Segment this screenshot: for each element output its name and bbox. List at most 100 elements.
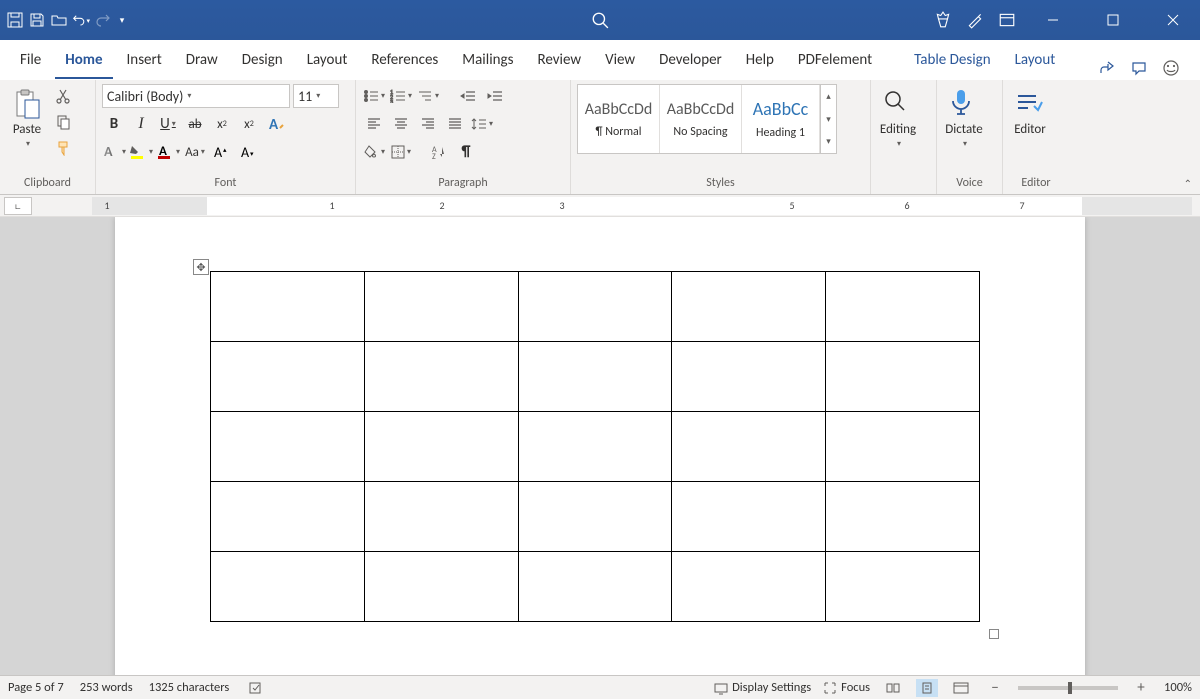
tab-home[interactable]: Home [55,43,112,79]
table-cell[interactable] [672,272,826,342]
gallery-scroll[interactable]: ▴▾▾ [820,85,836,153]
open-icon[interactable] [50,11,68,29]
cut-button[interactable] [51,84,75,108]
table-cell[interactable] [518,342,672,412]
text-effects-button[interactable]: A [264,112,288,136]
minimize-button[interactable] [1030,0,1076,40]
change-case-button[interactable]: Aa▾ [183,140,207,164]
tab-pdfelement[interactable]: PDFelement [788,43,882,79]
table[interactable] [210,271,980,622]
table-cell[interactable] [364,482,518,552]
shrink-font-button[interactable]: A▾ [237,140,261,164]
table-cell[interactable] [211,342,365,412]
align-center-button[interactable] [389,112,413,136]
tab-selector[interactable]: ∟ [4,197,32,215]
autosave-icon[interactable] [6,11,24,29]
tab-table-design[interactable]: Table Design [904,43,1000,79]
status-page[interactable]: Page 5 of 7 [8,680,64,695]
tab-layout[interactable]: Layout [297,43,358,79]
table-cell[interactable] [672,552,826,622]
redo-icon[interactable] [94,11,112,29]
table-cell[interactable] [826,412,980,482]
align-right-button[interactable] [416,112,440,136]
tab-developer[interactable]: Developer [649,43,732,79]
print-layout-button[interactable] [916,679,938,697]
tab-design[interactable]: Design [232,43,293,79]
table-cell[interactable] [518,482,672,552]
bullets-button[interactable]: ▾ [362,84,386,108]
ribbon-display-icon[interactable] [998,11,1016,29]
tab-insert[interactable]: Insert [117,43,172,79]
table-cell[interactable] [364,342,518,412]
grow-font-button[interactable]: A▴ [210,140,234,164]
copy-button[interactable] [51,110,75,134]
table-cell[interactable] [518,412,672,482]
styles-gallery[interactable]: AaBbCcDd ¶ Normal AaBbCcDd No Spacing Aa… [577,84,837,154]
smiley-icon[interactable] [1160,57,1182,79]
style-normal[interactable]: AaBbCcDd ¶ Normal [578,85,660,153]
table-cell[interactable] [672,482,826,552]
comments-icon[interactable] [1128,57,1150,79]
chevron-down-icon[interactable]: ▾ [26,139,30,149]
tab-file[interactable]: File [10,43,51,79]
tab-help[interactable]: Help [736,43,784,79]
table-cell[interactable] [826,272,980,342]
table-cell[interactable] [672,412,826,482]
collapse-ribbon-button[interactable]: ⌃ [1176,173,1200,194]
dictate-button[interactable]: Dictate▾ [943,84,985,153]
table-cell[interactable] [211,552,365,622]
status-words[interactable]: 253 words [80,680,133,695]
share-icon[interactable] [1096,57,1118,79]
table-cell[interactable] [211,482,365,552]
close-button[interactable] [1150,0,1196,40]
shading-button[interactable]: ▾ [362,140,386,164]
page[interactable]: ✥ [115,217,1085,675]
table-cell[interactable] [364,552,518,622]
increase-indent-button[interactable] [483,84,507,108]
zoom-out-button[interactable]: − [984,679,1006,697]
table-cell[interactable] [826,552,980,622]
align-left-button[interactable] [362,112,386,136]
web-layout-button[interactable] [950,679,972,697]
premium-icon[interactable] [934,11,952,29]
read-mode-button[interactable] [882,679,904,697]
multilevel-list-button[interactable]: ▾ [416,84,440,108]
table-cell[interactable] [518,272,672,342]
editing-button[interactable]: Editing▾ [877,84,919,153]
zoom-in-button[interactable]: + [1130,679,1152,697]
zoom-slider[interactable] [1018,686,1118,690]
table-cell[interactable] [518,552,672,622]
tab-draw[interactable]: Draw [176,43,228,79]
font-color-button[interactable]: A▾ [156,140,180,164]
spell-check-icon[interactable] [245,679,267,697]
tab-references[interactable]: References [361,43,448,79]
superscript-button[interactable]: x2 [237,112,261,136]
highlight-button[interactable]: ▾ [129,140,153,164]
title-search[interactable] [591,11,609,29]
font-name-select[interactable]: Calibri (Body)▾ [102,84,290,108]
table-resize-handle[interactable] [989,629,999,639]
bold-button[interactable]: B [102,112,126,136]
tab-review[interactable]: Review [527,43,591,79]
focus-button[interactable]: Focus [823,680,870,695]
tab-table-layout[interactable]: Layout [1005,43,1066,79]
numbering-button[interactable]: 123▾ [389,84,413,108]
borders-button[interactable]: ▾ [389,140,413,164]
font-color-effects-button[interactable]: A▾ [102,140,126,164]
show-marks-button[interactable]: ¶ [454,140,478,164]
undo-icon[interactable]: ▾ [72,11,90,29]
font-size-select[interactable]: 11▾ [293,84,339,108]
horizontal-ruler[interactable]: 1 1 2 3 5 6 7 [92,197,1192,215]
coming-soon-icon[interactable] [966,11,984,29]
maximize-button[interactable] [1090,0,1136,40]
strikethrough-button[interactable]: ab [183,112,207,136]
display-settings-button[interactable]: Display Settings [714,680,811,695]
table-cell[interactable] [211,412,365,482]
editor-button[interactable]: Editor [1009,84,1051,141]
save-icon[interactable] [28,11,46,29]
line-spacing-button[interactable]: ▾ [470,112,494,136]
tab-view[interactable]: View [595,43,645,79]
zoom-level[interactable]: 100% [1164,680,1192,695]
table-cell[interactable] [211,272,365,342]
paste-button[interactable]: Paste ▾ [6,84,48,153]
